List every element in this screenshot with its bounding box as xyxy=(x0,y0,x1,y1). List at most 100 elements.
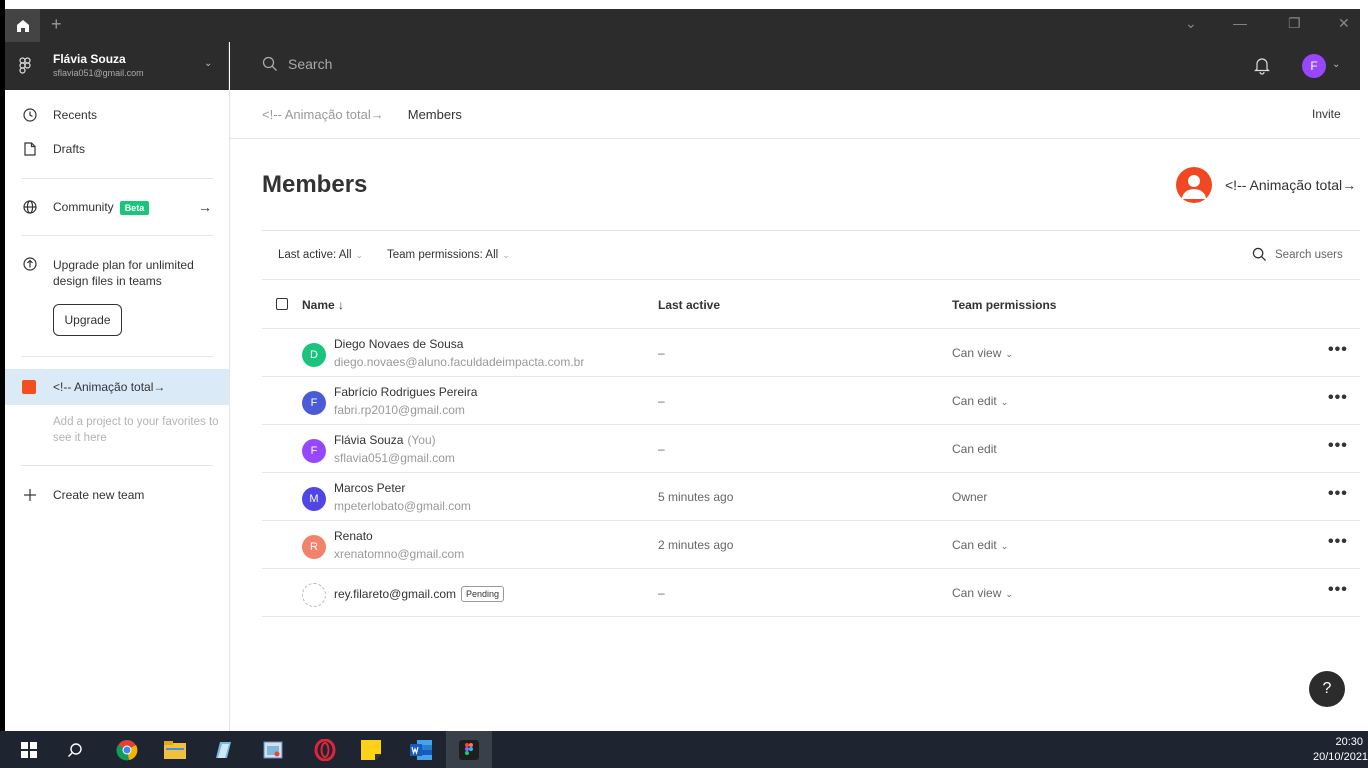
search-users-input[interactable]: Search users xyxy=(1252,247,1343,262)
sidebar-item-community[interactable]: Community Beta → xyxy=(5,198,229,216)
member-name: Diego Novaes de Sousa xyxy=(334,337,464,351)
invite-button[interactable]: Invite xyxy=(1312,107,1341,121)
pending-avatar xyxy=(302,583,326,607)
taskbar-chrome[interactable] xyxy=(104,731,150,768)
team-avatar[interactable] xyxy=(1176,167,1212,203)
sidebar-item-drafts[interactable]: Drafts xyxy=(5,140,229,158)
sidebar-item-label: Drafts xyxy=(53,142,86,156)
system-clock[interactable]: 20:30 20/10/2021 xyxy=(1313,735,1368,765)
taskbar-search-button[interactable] xyxy=(52,731,98,768)
table-row: rey.filareto@gmail.com Pending – Can view… xyxy=(262,569,1360,617)
search-placeholder: Search xyxy=(288,56,333,72)
member-last-active: 2 minutes ago xyxy=(658,538,734,552)
table-row: F Flávia Souza (You) sflavia051@gmail.com… xyxy=(262,425,1360,473)
member-permission: Can edit xyxy=(952,442,997,456)
select-all-checkbox[interactable] xyxy=(276,298,288,310)
sidebar-item-recents[interactable]: Recents xyxy=(5,106,229,124)
member-avatar: R xyxy=(302,535,326,559)
taskbar-word[interactable] xyxy=(398,731,444,768)
last-active-filter[interactable]: Last active: All ⌄ xyxy=(278,249,363,261)
minimize-button[interactable]: — xyxy=(1233,15,1247,31)
member-name: Marcos Peter xyxy=(334,481,406,495)
sidebar-item-team[interactable]: <!-- Animação total→ xyxy=(5,369,229,405)
member-last-active: – xyxy=(658,586,665,600)
permission-dropdown[interactable]: Can edit ⌄ xyxy=(952,538,1008,552)
team-color-square xyxy=(22,380,36,394)
taskbar-app-notes[interactable] xyxy=(200,731,246,768)
permission-dropdown[interactable]: Can view ⌄ xyxy=(952,586,1013,600)
search-icon xyxy=(68,742,82,757)
permissions-column-header[interactable]: Team permissions xyxy=(952,298,1056,312)
search-icon xyxy=(262,56,277,71)
more-options-icon[interactable]: ••• xyxy=(1328,485,1348,503)
last-active-column-header[interactable]: Last active xyxy=(658,298,720,312)
new-tab-button[interactable]: + xyxy=(51,14,62,35)
account-switcher[interactable]: Flávia Souza sflavia051@gmail.com ⌄ xyxy=(5,42,229,90)
restore-button[interactable]: ❐ xyxy=(1288,15,1301,32)
sticky-notes-icon xyxy=(361,739,381,760)
upgrade-button[interactable]: Upgrade xyxy=(53,304,122,336)
sidebar-item-label: Recents xyxy=(53,108,98,122)
notepad-icon xyxy=(216,741,231,758)
chevron-down-icon[interactable]: ⌄ xyxy=(1332,59,1340,70)
page-title: Members xyxy=(262,171,368,198)
folder-icon xyxy=(164,740,186,759)
windows-start-button[interactable] xyxy=(6,731,52,768)
tabs-dropdown-icon[interactable]: ⌄ xyxy=(1185,15,1197,32)
sidebar: Recents Drafts Community Beta → Upgrade p… xyxy=(5,90,230,731)
create-new-team-button[interactable]: Create new team xyxy=(5,486,229,504)
more-options-icon[interactable]: ••• xyxy=(1328,389,1348,407)
member-email: rey.filareto@gmail.com Pending xyxy=(334,586,505,602)
team-name[interactable]: <!-- Animação total→ xyxy=(1225,177,1356,193)
clock-time: 20:30 xyxy=(1335,736,1363,748)
member-email: diego.novaes@aluno.faculdadeimpacta.com.… xyxy=(334,355,585,369)
help-button[interactable]: ? xyxy=(1309,671,1345,707)
name-column-header[interactable]: Name ↓ xyxy=(302,298,344,312)
figma-icon xyxy=(459,739,479,760)
breadcrumb-team-link[interactable]: <!-- Animação total→ xyxy=(262,107,384,122)
divider xyxy=(21,465,213,466)
chevron-down-icon: ⌄ xyxy=(1005,589,1013,599)
more-options-icon[interactable]: ••• xyxy=(1328,437,1348,455)
beta-badge: Beta xyxy=(119,200,150,215)
more-options-icon[interactable]: ••• xyxy=(1328,533,1348,551)
taskbar-opera[interactable] xyxy=(302,731,348,768)
close-button[interactable]: ✕ xyxy=(1338,15,1350,32)
person-icon xyxy=(1182,175,1206,199)
clock-icon xyxy=(21,106,39,124)
member-avatar: M xyxy=(302,487,326,511)
table-row: R Renato xrenatomno@gmail.com 2 minutes … xyxy=(262,521,1360,569)
member-email: mpeterlobato@gmail.com xyxy=(334,499,471,513)
app-window-icon xyxy=(263,741,283,758)
permission-dropdown[interactable]: Can view ⌄ xyxy=(952,346,1013,360)
taskbar-file-explorer[interactable] xyxy=(152,731,198,768)
notification-bell-icon[interactable] xyxy=(1254,57,1270,75)
more-options-icon[interactable]: ••• xyxy=(1328,581,1348,599)
search-input[interactable]: Search xyxy=(262,56,332,72)
member-last-active: – xyxy=(658,442,665,456)
member-permission: Owner xyxy=(952,490,988,504)
member-last-active: – xyxy=(658,394,665,408)
user-email: sflavia051@gmail.com xyxy=(53,68,144,78)
permissions-filter[interactable]: Team permissions: All ⌄ xyxy=(387,249,510,261)
user-name: Flávia Souza xyxy=(53,52,126,66)
more-options-icon[interactable]: ••• xyxy=(1328,341,1348,359)
table-row: F Fabrício Rodrigues Pereira fabri.rp201… xyxy=(262,377,1360,425)
app-screen: + ⌄ — ❐ ✕ Flávia Souza sflavia051@gmail.… xyxy=(0,0,1368,768)
windows-logo-icon xyxy=(21,741,37,758)
taskbar-app-window[interactable] xyxy=(250,731,296,768)
opera-icon xyxy=(314,738,336,761)
taskbar-figma[interactable] xyxy=(446,731,492,768)
home-tab[interactable] xyxy=(5,9,40,42)
screen-right-edge xyxy=(1360,42,1368,731)
member-name: Fabrício Rodrigues Pereira xyxy=(334,385,478,399)
permission-dropdown[interactable]: Can edit ⌄ xyxy=(952,394,1008,408)
globe-icon xyxy=(21,198,39,216)
chevron-down-icon: ⌄ xyxy=(1000,541,1009,551)
user-avatar[interactable]: F xyxy=(1302,54,1326,78)
top-bar: Search F ⌄ xyxy=(230,42,1360,90)
divider xyxy=(21,356,213,357)
taskbar-sticky-notes[interactable] xyxy=(348,731,394,768)
chevron-down-icon: ⌄ xyxy=(204,58,213,69)
sidebar-item-label: <!-- Animação total→ xyxy=(53,380,166,394)
